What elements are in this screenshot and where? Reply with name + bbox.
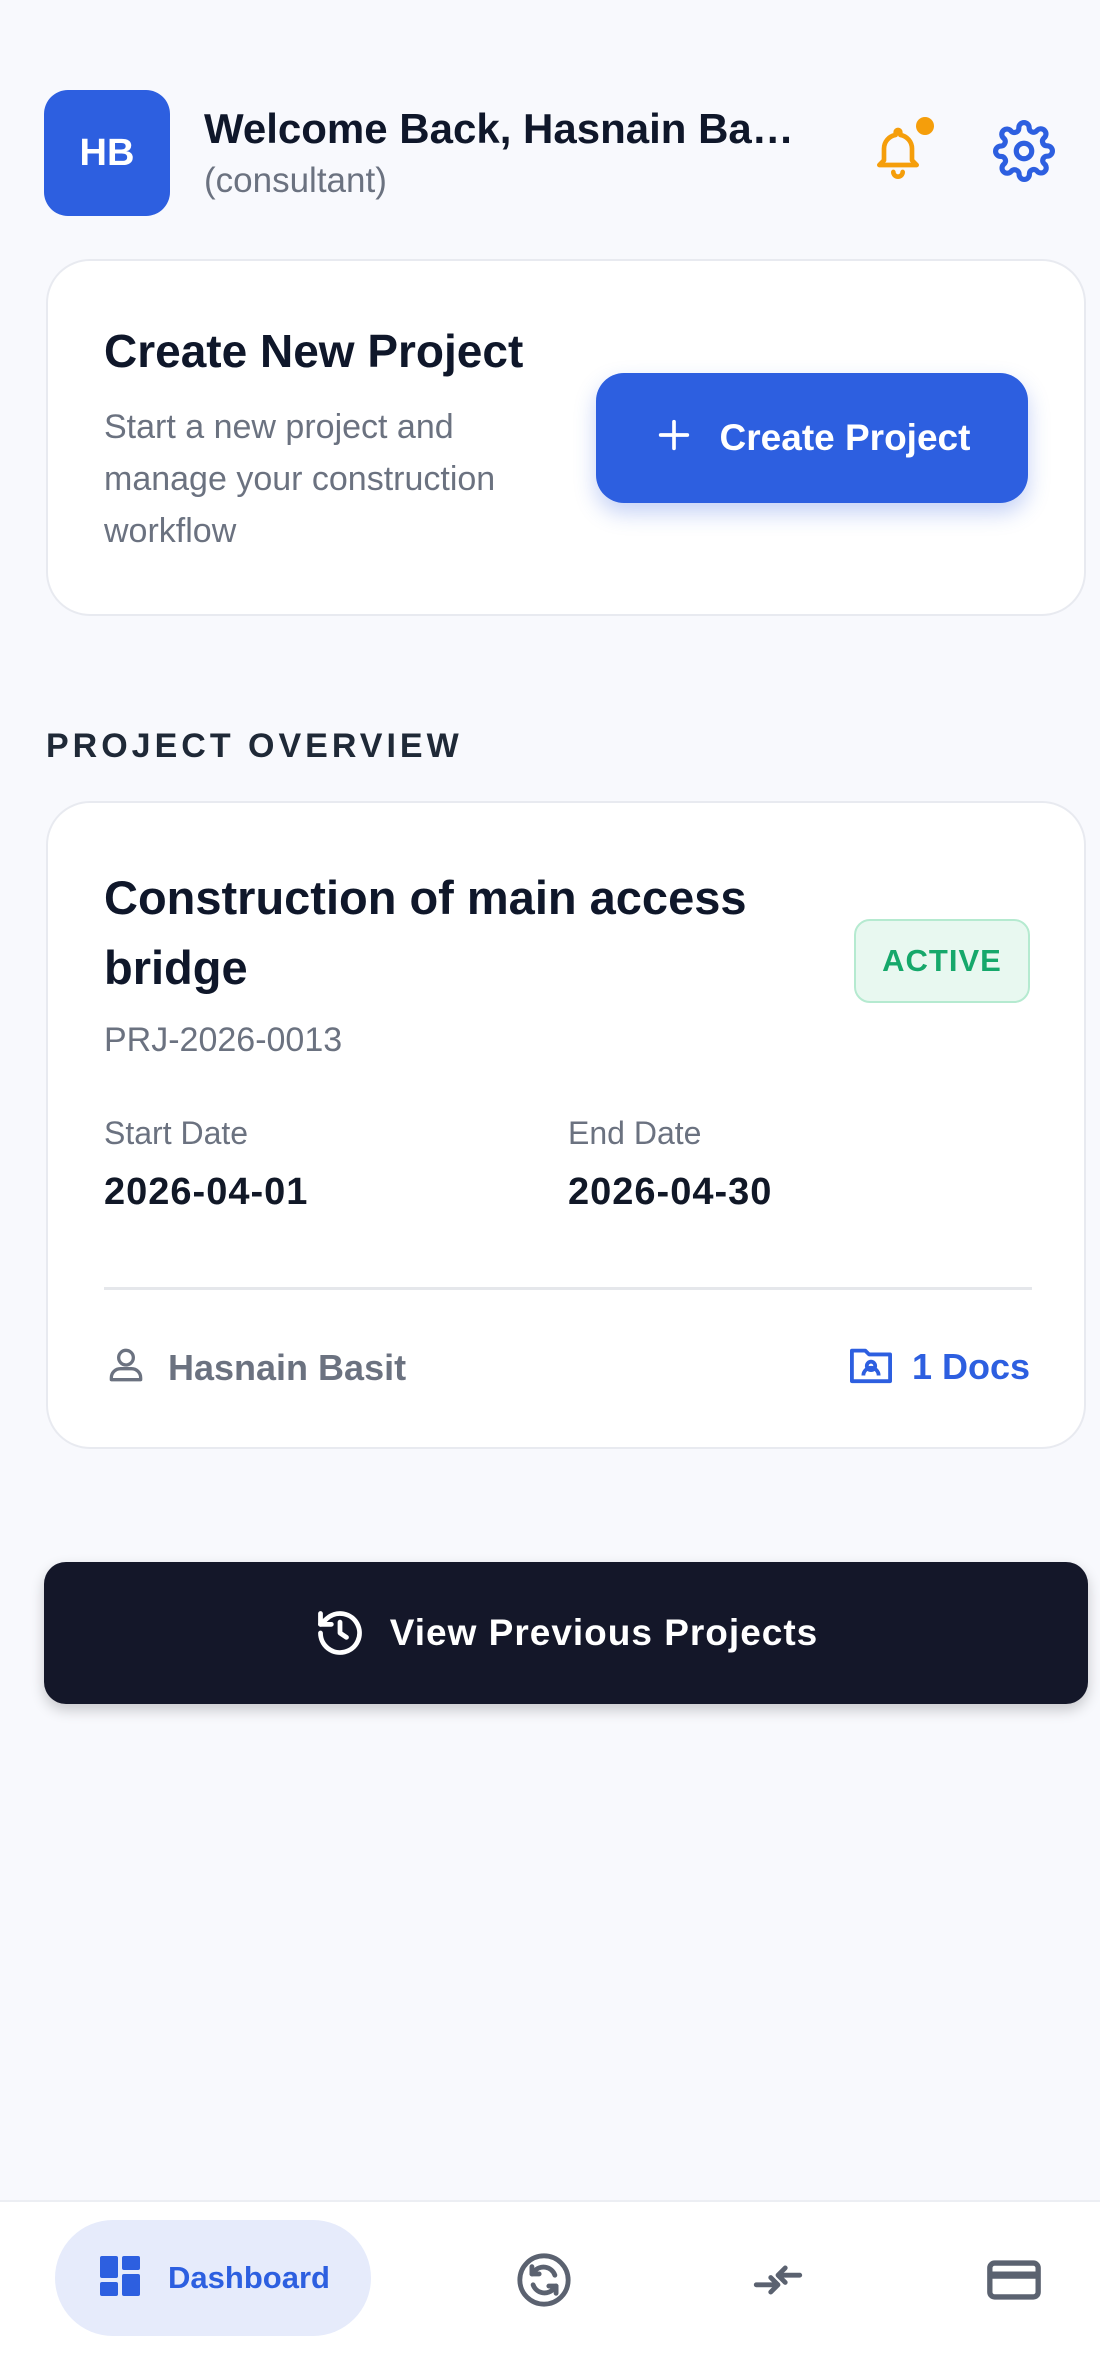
create-project-title: Create New Project bbox=[104, 325, 524, 377]
create-project-card: Create New Project Start a new project a… bbox=[46, 259, 1086, 616]
gear-icon bbox=[993, 119, 1055, 187]
history-icon bbox=[314, 1607, 366, 1659]
nav-sync[interactable] bbox=[508, 2246, 580, 2318]
owner-name: Hasnain Basit bbox=[168, 1346, 407, 1388]
sync-icon bbox=[515, 2251, 573, 2314]
person-icon bbox=[104, 1343, 148, 1392]
start-date-value: 2026-04-01 bbox=[104, 1171, 309, 1213]
docs-link[interactable]: 1 Docs bbox=[848, 1343, 1030, 1390]
project-owner: Hasnain Basit bbox=[104, 1343, 406, 1392]
nav-compare[interactable] bbox=[742, 2246, 814, 2318]
folder-icon bbox=[848, 1343, 894, 1390]
view-previous-projects-label: View Previous Projects bbox=[389, 1612, 819, 1653]
status-badge: ACTIVE bbox=[854, 919, 1030, 1003]
avatar[interactable]: HB bbox=[44, 90, 170, 216]
welcome-title: Welcome Back, Hasnain Basit bbox=[204, 105, 794, 152]
nav-dashboard-label: Dashboard bbox=[168, 2260, 330, 2295]
nav-payments[interactable] bbox=[978, 2246, 1050, 2318]
create-project-description: Start a new project and manage your cons… bbox=[104, 408, 496, 550]
view-previous-projects-button[interactable]: View Previous Projects bbox=[44, 1562, 1088, 1704]
credit-card-icon bbox=[985, 2251, 1043, 2314]
settings-button[interactable] bbox=[992, 119, 1056, 187]
plus-icon bbox=[654, 412, 694, 464]
create-project-button-label: Create Project bbox=[719, 417, 971, 458]
project-id: PRJ-2026-0013 bbox=[104, 1021, 343, 1059]
project-name: Construction of main access bridge bbox=[104, 871, 747, 994]
end-date-value: 2026-04-30 bbox=[568, 1171, 773, 1213]
end-date-label: End Date bbox=[568, 1115, 702, 1151]
header: HB Welcome Back, Hasnain Basit (consulta… bbox=[44, 90, 1056, 216]
bottom-nav: Dashboard bbox=[0, 2200, 1100, 2363]
dashboard-icon bbox=[96, 2252, 144, 2305]
section-title: PROJECT OVERVIEW bbox=[46, 727, 463, 765]
compare-arrows-icon bbox=[749, 2251, 807, 2314]
user-role: (consultant) bbox=[204, 161, 387, 200]
notifications-button[interactable] bbox=[866, 117, 934, 185]
start-date-label: Start Date bbox=[104, 1115, 249, 1151]
divider bbox=[104, 1287, 1032, 1290]
notification-dot bbox=[916, 117, 934, 135]
project-card[interactable]: Construction of main access bridge ACTIV… bbox=[46, 801, 1086, 1449]
docs-count: 1 Docs bbox=[911, 1345, 1030, 1387]
create-project-button[interactable]: Create Project bbox=[596, 373, 1028, 503]
nav-dashboard[interactable]: Dashboard bbox=[55, 2220, 371, 2336]
welcome-block: Welcome Back, Hasnain Basit (consultant) bbox=[204, 105, 866, 201]
